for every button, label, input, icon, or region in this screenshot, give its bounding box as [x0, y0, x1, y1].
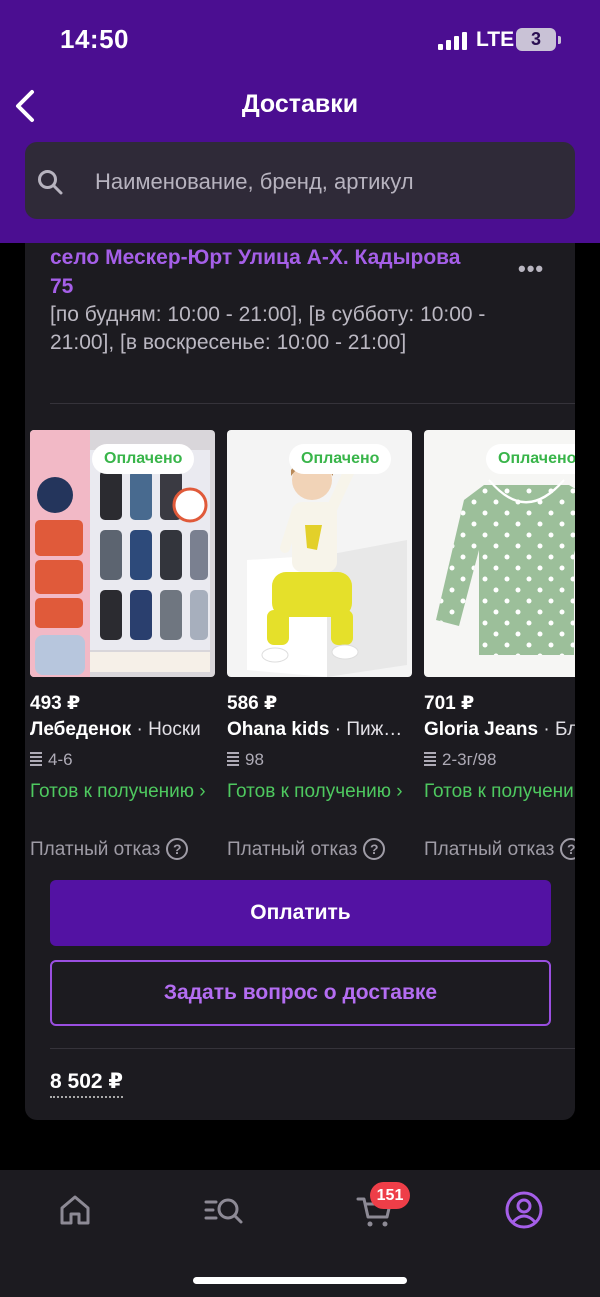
paid-refusal: Платный отказ?	[30, 838, 189, 861]
delivery-card: село Мескер-Юрт Улица А-Х. Кадырова 75 •…	[25, 243, 575, 1120]
size-icon	[30, 752, 42, 766]
size-icon	[227, 752, 239, 766]
paid-refusal-label: Платный отказ	[227, 839, 358, 860]
product-size: 4-6	[30, 750, 73, 770]
signal-icon	[438, 32, 468, 50]
paid-refusal: Платный отказ?	[424, 838, 575, 861]
product-carousel[interactable]: Оплачено 493 ₽ Лебеденок · Носки 4-6 Гот…	[30, 430, 575, 870]
cart-count-badge: 151	[370, 1182, 410, 1209]
product-brand: Лебеденок	[30, 719, 132, 740]
product-name: Блузка	[554, 719, 575, 740]
help-icon[interactable]: ?	[166, 838, 189, 860]
pay-button[interactable]: Оплатить	[50, 880, 551, 946]
page-title: Доставки	[241, 90, 359, 118]
status-time: 14:50	[60, 24, 129, 54]
search-icon	[38, 170, 63, 195]
product-name: Пижама	[346, 719, 412, 740]
bottom-navigation: 151	[0, 1170, 600, 1297]
status-badge: Оплачено	[92, 444, 195, 474]
product-brand: Gloria Jeans	[424, 719, 539, 740]
pickup-hours: [по будням: 10:00 - 21:00], [в субботу: …	[50, 303, 486, 354]
status-badge: Оплачено	[289, 444, 392, 474]
product-title[interactable]: Ohana kids · Пижама	[227, 719, 412, 741]
product-size: 98	[227, 750, 264, 770]
product-price: 701 ₽	[424, 693, 475, 714]
network-label: LTE	[476, 28, 515, 51]
paid-refusal-label: Платный отказ	[30, 839, 161, 860]
paid-refusal-label: Платный отказ	[424, 839, 555, 860]
product-brand: Ohana kids	[227, 719, 330, 740]
profile-icon[interactable]	[504, 1190, 544, 1230]
product-name: Носки	[148, 719, 201, 740]
ready-for-pickup-link[interactable]: Готов к получению ›	[424, 780, 575, 804]
status-badge: Оплачено	[486, 444, 575, 474]
product-size: 2-3г/98	[424, 750, 496, 770]
home-indicator	[193, 1277, 407, 1284]
size-value: 98	[245, 750, 264, 769]
status-bar: 14:50 LTE 3	[0, 0, 600, 80]
size-value: 4-6	[48, 750, 73, 769]
divider	[50, 403, 575, 404]
product-title[interactable]: Gloria Jeans · Блузка	[424, 719, 575, 741]
help-icon[interactable]: ?	[363, 838, 386, 860]
total-amount[interactable]: 8 502 ₽	[50, 1069, 123, 1098]
delivery-address[interactable]: село Мескер-Юрт Улица А-Х. Кадырова 75	[50, 243, 480, 301]
ready-for-pickup-link[interactable]: Готов к получению ›	[227, 780, 412, 804]
size-value: 2-3г/98	[442, 750, 497, 769]
product-title[interactable]: Лебеденок · Носки	[30, 719, 215, 741]
help-icon[interactable]: ?	[560, 838, 575, 860]
battery-icon: 3	[516, 28, 561, 51]
ready-for-pickup-link[interactable]: Готов к получению ›	[30, 780, 215, 804]
catalog-search-icon[interactable]	[204, 1190, 244, 1230]
search-input[interactable]: Наименование, бренд, артикул	[25, 142, 575, 219]
ask-delivery-question-button[interactable]: Задать вопрос о доставке	[50, 960, 551, 1026]
product-price: 586 ₽	[227, 693, 278, 714]
divider	[50, 1048, 575, 1049]
product-image-kid-pajamas[interactable]: Оплачено	[227, 430, 412, 677]
home-icon[interactable]	[55, 1190, 95, 1230]
paid-refusal: Платный отказ?	[227, 838, 386, 861]
search-placeholder: Наименование, бренд, артикул	[95, 169, 414, 194]
product-price: 493 ₽	[30, 693, 81, 714]
app-header: 14:50 LTE 3 Доставки Наименование, бренд…	[0, 0, 600, 243]
size-icon	[424, 752, 436, 766]
more-options-icon[interactable]: •••	[518, 256, 544, 282]
product-image-green-blouse[interactable]: Оплачено	[424, 430, 575, 677]
product-image-socks[interactable]: Оплачено	[30, 430, 215, 677]
